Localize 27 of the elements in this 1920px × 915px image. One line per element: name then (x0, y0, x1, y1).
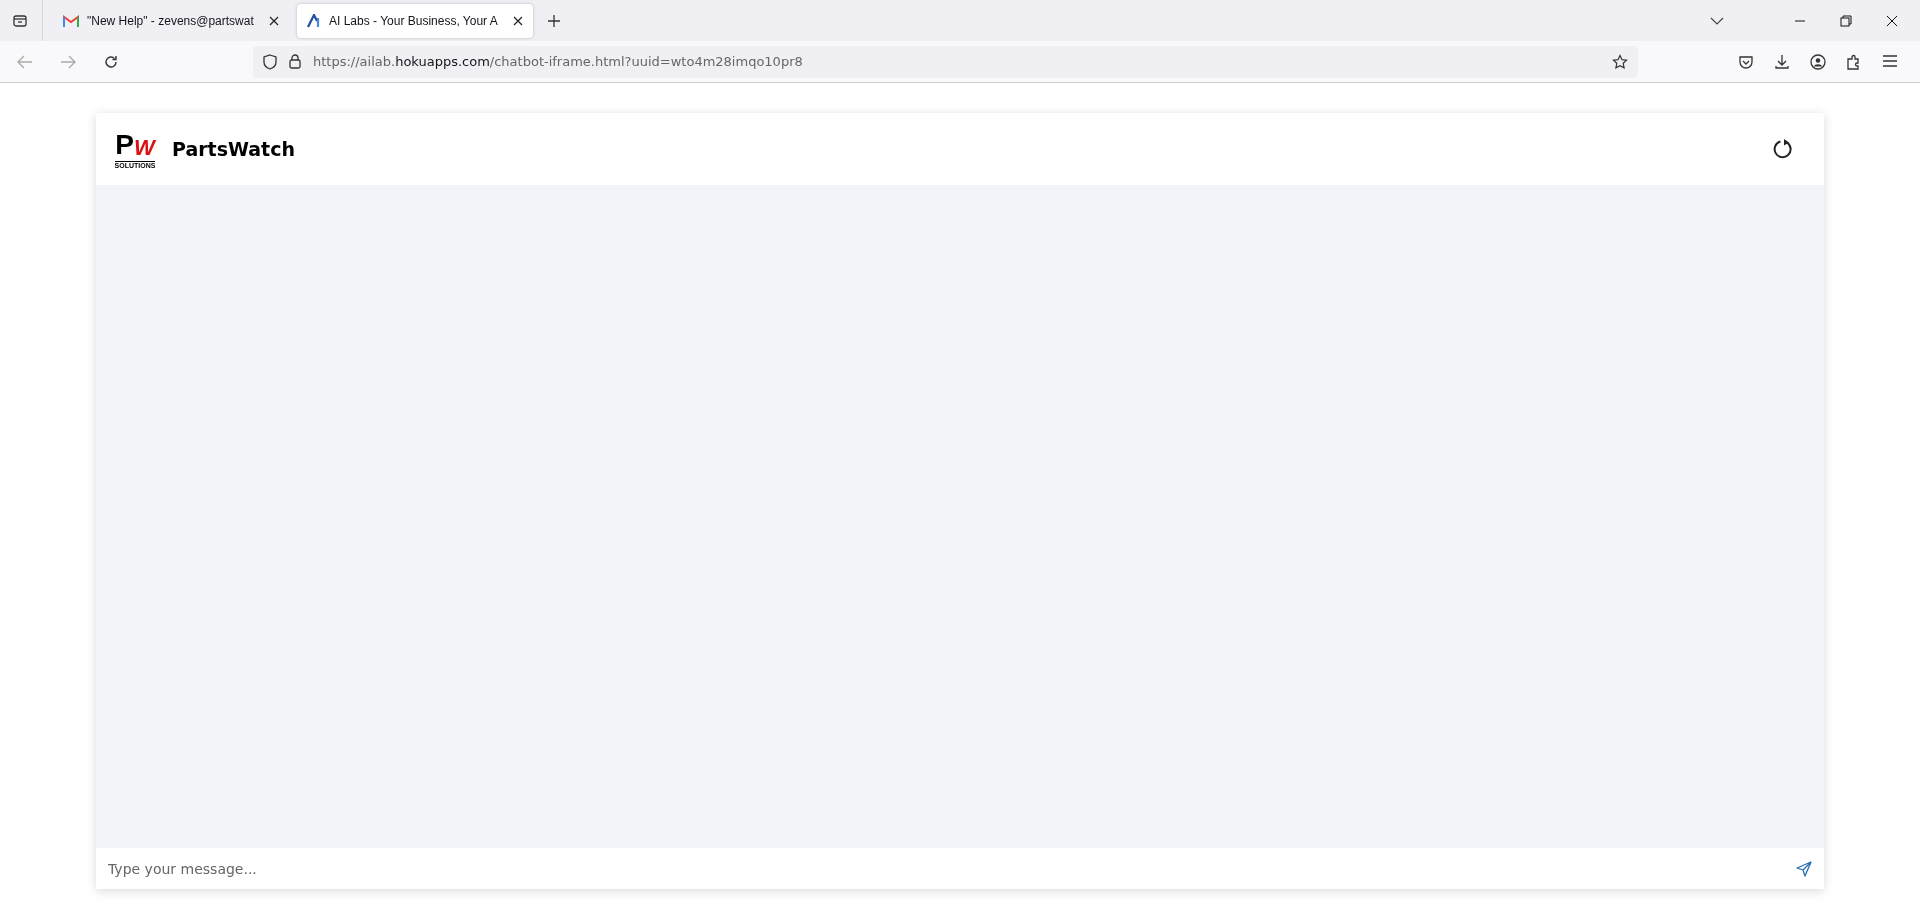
chat-title: PartsWatch (172, 138, 295, 160)
new-tab-icon[interactable] (547, 13, 561, 28)
star-icon[interactable] (1612, 53, 1628, 70)
pocket-icon[interactable] (1738, 53, 1754, 70)
lock-icon (289, 54, 301, 69)
restore-icon[interactable] (1840, 14, 1852, 27)
mail-icon (63, 14, 79, 27)
message-input[interactable]: Type your message... (96, 848, 1796, 889)
send-icon[interactable] (1796, 860, 1812, 877)
close-icon[interactable] (513, 15, 523, 26)
extensions-icon[interactable] (1846, 53, 1862, 70)
reload-icon[interactable] (103, 53, 119, 70)
address-bar[interactable]: https://ailab.hokuapps.com/chatbot-iframe.html?uuid=wto4m28imqo10pr8 (253, 45, 1638, 78)
logo-icon (307, 13, 321, 28)
logo-letter: P (115, 129, 134, 161)
browser-tab[interactable]: "New Help" - zevens@partswat (53, 3, 289, 38)
browser-tab[interactable]: AI Labs - Your Business, Your A (297, 3, 533, 38)
close-icon[interactable] (269, 15, 279, 26)
menu-icon[interactable] (1882, 53, 1898, 68)
close-icon[interactable] (1886, 14, 1898, 27)
logo-letter: W (133, 135, 155, 161)
chevron-down-icon[interactable] (1710, 16, 1724, 25)
shield-icon (263, 53, 277, 70)
account-icon[interactable] (1810, 53, 1826, 70)
refresh-icon[interactable] (1772, 138, 1794, 160)
url-text: https://ailab.hokuapps.com/chatbot-iframe.html?uuid=wto4m28imqo10pr8 (313, 54, 803, 69)
download-icon[interactable] (1774, 53, 1790, 70)
